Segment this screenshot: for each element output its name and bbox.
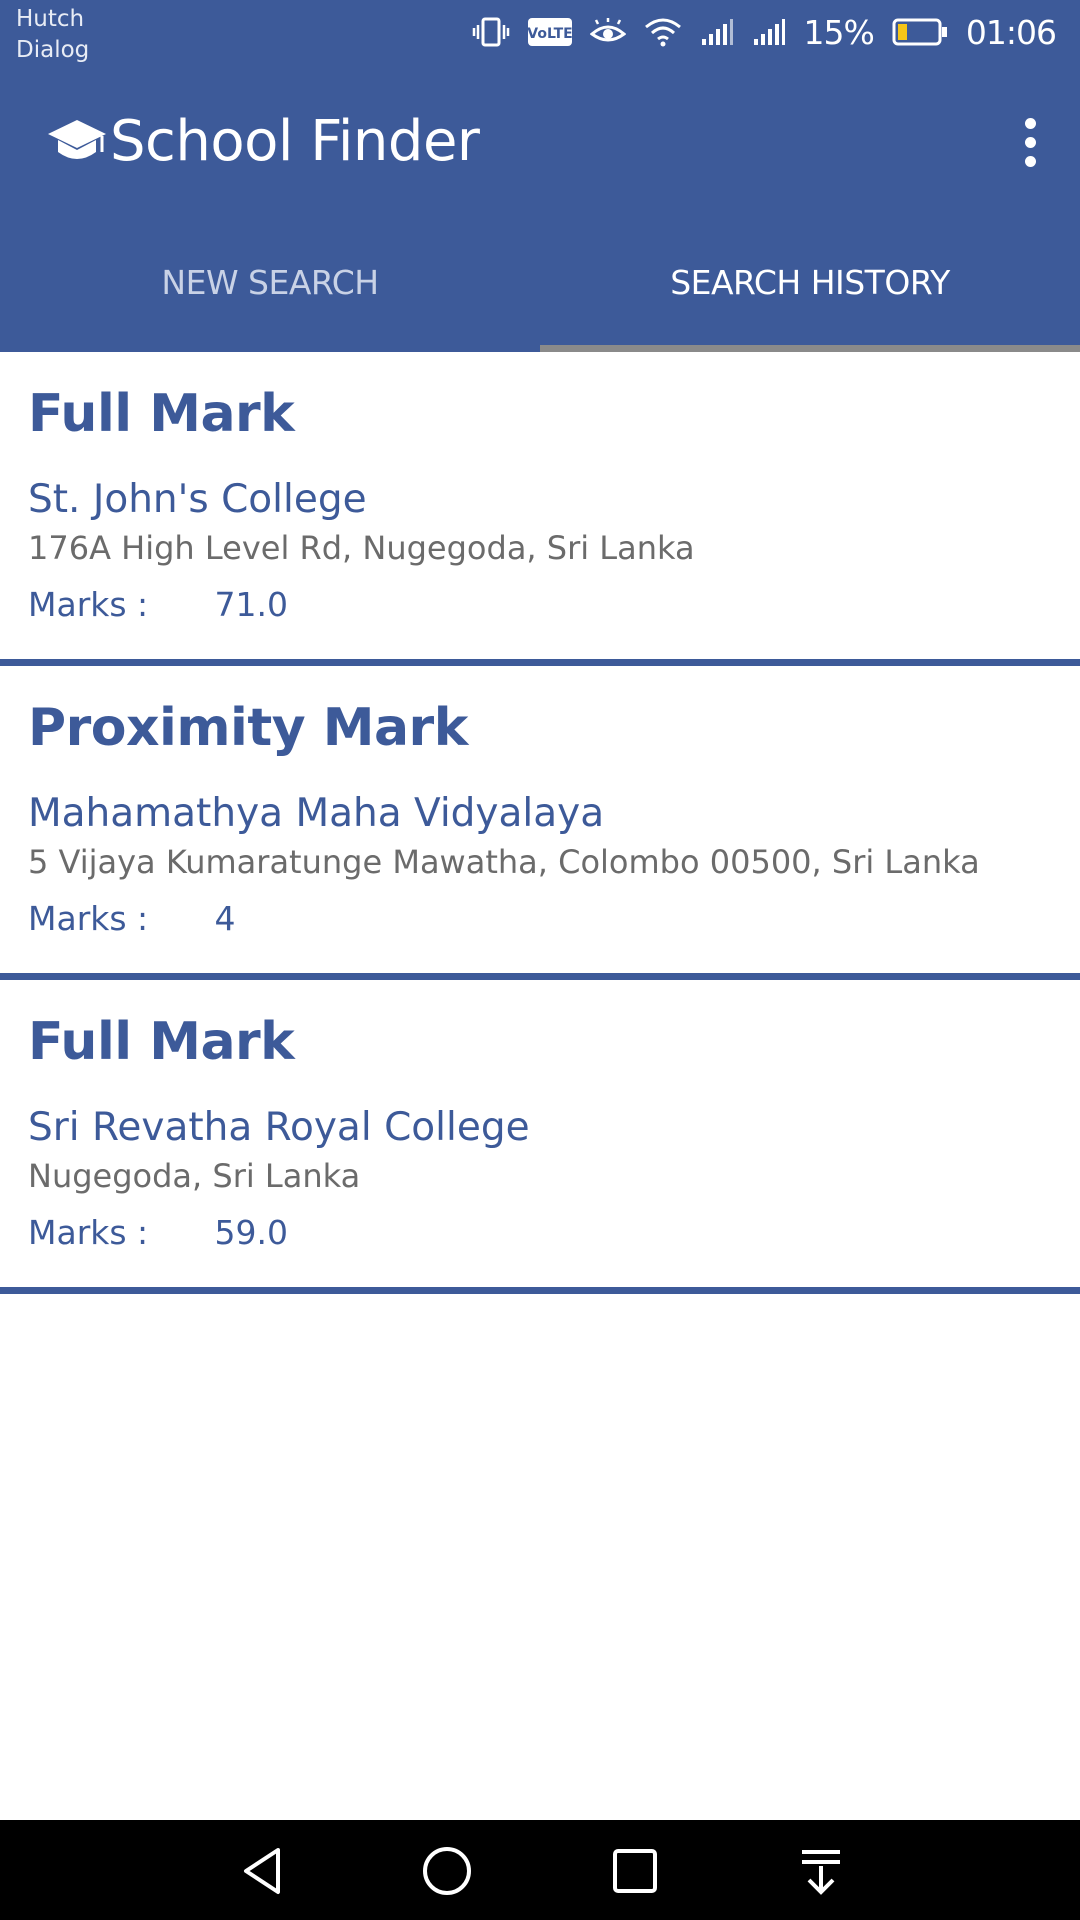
clock: 01:06 (965, 12, 1057, 52)
app-bar: School Finder (0, 70, 1080, 218)
signal-icon (700, 17, 734, 47)
mark-type-title: Proximity Mark (28, 698, 468, 758)
marks-value: 71.0 (214, 585, 288, 624)
notification-pull-icon[interactable] (794, 1844, 848, 1898)
recents-icon[interactable] (608, 1844, 662, 1898)
carrier-name-2: Dialog (16, 37, 90, 63)
app-title: School Finder (110, 109, 480, 174)
marks-row: Marks : 4 (28, 898, 236, 940)
svg-text:VoLTE: VoLTE (528, 26, 572, 42)
search-history-list: Full Mark St. John's College 176A High L… (0, 352, 1080, 1294)
tab-indicator (540, 345, 1080, 352)
vibrate-icon (472, 17, 510, 47)
tab-new-search[interactable]: NEW SEARCH (0, 218, 540, 352)
history-card[interactable]: Proximity Mark Mahamathya Maha Vidyalaya… (0, 666, 1080, 980)
tab-search-history[interactable]: SEARCH HISTORY (540, 218, 1080, 352)
school-address: 5 Vijaya Kumaratunge Mawatha, Colombo 00… (28, 843, 980, 881)
marks-label: Marks : (28, 585, 149, 624)
school-address: Nugegoda, Sri Lanka (28, 1157, 361, 1195)
status-icons: VoLTE 15% 01:06 (472, 10, 1057, 54)
marks-value: 4 (214, 899, 236, 938)
graduation-cap-icon (46, 118, 108, 168)
app-header: Hutch Dialog VoLTE 15% 01:06 School Find… (0, 0, 1080, 352)
battery-icon (892, 18, 948, 46)
marks-row: Marks : 71.0 (28, 584, 288, 626)
eye-comfort-icon (589, 18, 626, 46)
volte-icon: VoLTE (527, 18, 572, 46)
system-nav-bar (0, 1820, 1080, 1920)
battery-percent: 15% (803, 12, 875, 52)
history-card[interactable]: Full Mark Sri Revatha Royal College Nuge… (0, 980, 1080, 1294)
marks-label: Marks : (28, 1213, 149, 1252)
back-icon[interactable] (236, 1844, 290, 1898)
wifi-icon (644, 17, 682, 47)
carrier-name-1: Hutch (16, 6, 85, 32)
school-address: 176A High Level Rd, Nugegoda, Sri Lanka (28, 529, 695, 567)
mark-type-title: Full Mark (28, 384, 295, 444)
tab-bar: NEW SEARCH SEARCH HISTORY (0, 218, 1080, 352)
school-name: Mahamathya Maha Vidyalaya (28, 791, 605, 836)
mark-type-title: Full Mark (28, 1012, 295, 1072)
school-name: St. John's College (28, 477, 367, 522)
marks-row: Marks : 59.0 (28, 1212, 288, 1254)
carrier-info: Hutch Dialog (16, 4, 89, 66)
history-card[interactable]: Full Mark St. John's College 176A High L… (0, 352, 1080, 666)
signal-icon-2 (752, 17, 786, 47)
marks-value: 59.0 (214, 1213, 288, 1252)
marks-label: Marks : (28, 899, 149, 938)
tab-search-history-label: SEARCH HISTORY (670, 262, 950, 302)
school-name: Sri Revatha Royal College (28, 1105, 530, 1150)
status-bar: Hutch Dialog VoLTE 15% 01:06 (0, 0, 1080, 70)
home-icon[interactable] (420, 1844, 474, 1898)
more-vert-icon[interactable] (1002, 110, 1058, 174)
